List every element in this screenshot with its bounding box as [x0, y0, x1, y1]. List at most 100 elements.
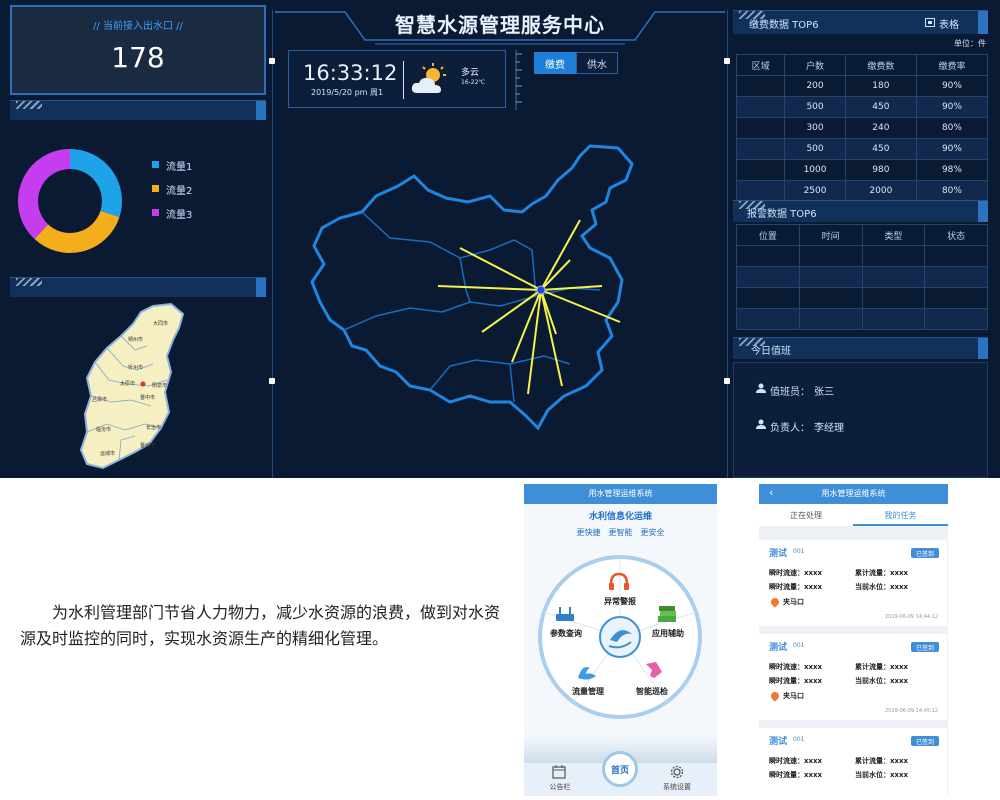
task-location: 夹马口: [783, 692, 804, 700]
table-row: [736, 266, 988, 288]
china-map: [310, 144, 634, 431]
province-label: 吕梁市: [92, 397, 108, 403]
app-title: 用水管理运维系统: [821, 489, 886, 498]
cell-households: 1000: [784, 159, 846, 181]
table-row: [736, 308, 988, 330]
slogan: 更快捷: [576, 528, 601, 537]
table-row: 2500 2000 80%: [735, 180, 989, 202]
weather-condition: 多云: [461, 68, 480, 78]
menu-label-query[interactable]: 参数查询: [542, 628, 590, 639]
frame-node: [269, 58, 275, 64]
cell-region: [735, 96, 786, 118]
province-map: [79, 302, 185, 470]
cell-region: [735, 117, 786, 139]
table-row: 500 450 90%: [735, 138, 989, 160]
cell-rate: 90%: [915, 96, 989, 118]
task-total-flow: 累计流量：xxxx: [855, 569, 909, 577]
clock-weather-panel: 16:33:12 2019/5/20 pm 周1 多云 16-22℃: [288, 50, 506, 108]
calendar-icon[interactable]: [552, 765, 566, 779]
task-location: 夹马口: [783, 598, 804, 606]
cell-location: [736, 287, 800, 309]
task-title: 测试: [769, 643, 788, 653]
flashlight-icon[interactable]: [642, 660, 664, 680]
current-date: 2019/5/20 pm 周1: [311, 88, 384, 97]
outlet-count-panel: // 当前接入出水口 // 178: [10, 5, 266, 95]
weather-temp: 16-22℃: [461, 79, 486, 86]
cell-rate: 98%: [915, 159, 989, 181]
app-title: 用水管理运维系统: [588, 489, 653, 498]
cell-households: 200: [784, 75, 846, 97]
task-water-level: 当前水位：xxxx: [855, 677, 909, 685]
menu-label-alarm[interactable]: 异常警报: [600, 596, 640, 607]
nav-settings[interactable]: 系统设置: [654, 782, 700, 792]
task-code: 001: [793, 736, 805, 743]
province-label: 运城市: [100, 451, 116, 457]
province-label: 临汾市: [96, 427, 112, 433]
province-label: 阳泉市: [152, 383, 168, 389]
cell-time: [798, 245, 863, 267]
flow-donut-chart: [18, 149, 122, 253]
left-section-bar: [10, 277, 266, 297]
table-icon[interactable]: [925, 18, 935, 27]
headset-icon[interactable]: [608, 572, 630, 592]
cell-payments: 180: [844, 75, 917, 97]
cell-time: [798, 266, 863, 288]
menu-label-inspection[interactable]: 智能巡检: [628, 686, 676, 697]
table-header: 户数: [784, 54, 846, 76]
wave-icon[interactable]: [576, 662, 598, 682]
duty-officer-label: 值班员：: [770, 387, 810, 398]
province-label: 大同市: [153, 321, 169, 327]
nav-bulletin[interactable]: 公告栏: [538, 782, 582, 792]
phone-home-screen: 用水管理运维系统 水利信息化运维 更快捷 更智能 更安全 异常警报 应用辅助 智…: [524, 484, 717, 796]
table-toggle-label[interactable]: 表格: [939, 16, 959, 31]
router-icon[interactable]: [554, 604, 576, 624]
frame-node: [724, 378, 730, 384]
task-code: 001: [793, 548, 805, 555]
cell-region: [735, 138, 786, 160]
outlet-count-value: 178: [111, 41, 165, 74]
bottom-nav: 公告栏 首页 系统设置: [524, 751, 717, 796]
frame-line-left: [272, 10, 273, 478]
tab-water-supply[interactable]: 供水: [576, 52, 618, 74]
task-flow-rate: 瞬时流速：xxxx: [769, 569, 823, 577]
menu-label-flow[interactable]: 流量管理: [564, 686, 612, 697]
task-title: 测试: [769, 737, 788, 747]
duty-manager-label: 负责人：: [770, 423, 810, 434]
duty-panel: 值班员： 张三 负责人： 李经理: [733, 362, 988, 478]
cell-location: [736, 266, 800, 288]
app-header: ‹ 用水管理运维系统: [759, 484, 948, 504]
tab-my-tasks[interactable]: 我的任务: [853, 510, 948, 521]
tab-payment[interactable]: 缴费: [534, 52, 576, 74]
cell-time: [798, 308, 863, 330]
tab-processing[interactable]: 正在处理: [759, 510, 853, 521]
table-header: 缴费数: [844, 54, 917, 76]
checked-in-badge: 已签到: [911, 642, 939, 652]
payment-header-bar: 缴费数据 TOP6 表格: [733, 10, 988, 34]
payment-unit: 单位：件: [954, 39, 986, 48]
task-code: 001: [793, 642, 805, 649]
gear-icon[interactable]: [670, 765, 684, 779]
cell-households: 2500: [784, 180, 846, 202]
cell-households: 300: [784, 117, 846, 139]
books-icon[interactable]: [656, 604, 678, 624]
table-header: 位置: [736, 224, 800, 246]
task-time: 2019-06-09 14:44:12: [885, 614, 939, 620]
province-label: 朔州市: [128, 337, 144, 343]
province-label: 忻州市: [128, 365, 144, 371]
left-section-bar: [10, 100, 266, 120]
task-card[interactable]: 测试 001 已签到 瞬时流速：xxxx 累计流量：xxxx 瞬时流量：xxxx…: [759, 634, 947, 720]
task-tabs: 正在处理 我的任务: [759, 504, 948, 526]
task-card[interactable]: 测试 001 已签到 瞬时流速：xxxx 累计流量：xxxx 瞬时流量：xxxx…: [759, 728, 947, 796]
user-icon: [756, 383, 766, 393]
cell-payments: 240: [844, 117, 917, 139]
legend-swatch: [152, 209, 159, 216]
task-total-flow: 累计流量：xxxx: [855, 757, 909, 765]
task-time: 2019-06-09 14:45:12: [885, 708, 939, 714]
home-button[interactable]: 首页: [602, 751, 638, 787]
tab-underline: [853, 524, 948, 526]
cell-payments: 450: [844, 96, 917, 118]
checked-in-badge: 已签到: [911, 548, 939, 558]
task-card[interactable]: 测试 001 已签到 瞬时流速：xxxx 累计流量：xxxx 瞬时流量：xxxx…: [759, 540, 947, 626]
task-instant-flow: 瞬时流量：xxxx: [769, 583, 823, 591]
menu-label-assist[interactable]: 应用辅助: [648, 628, 688, 639]
